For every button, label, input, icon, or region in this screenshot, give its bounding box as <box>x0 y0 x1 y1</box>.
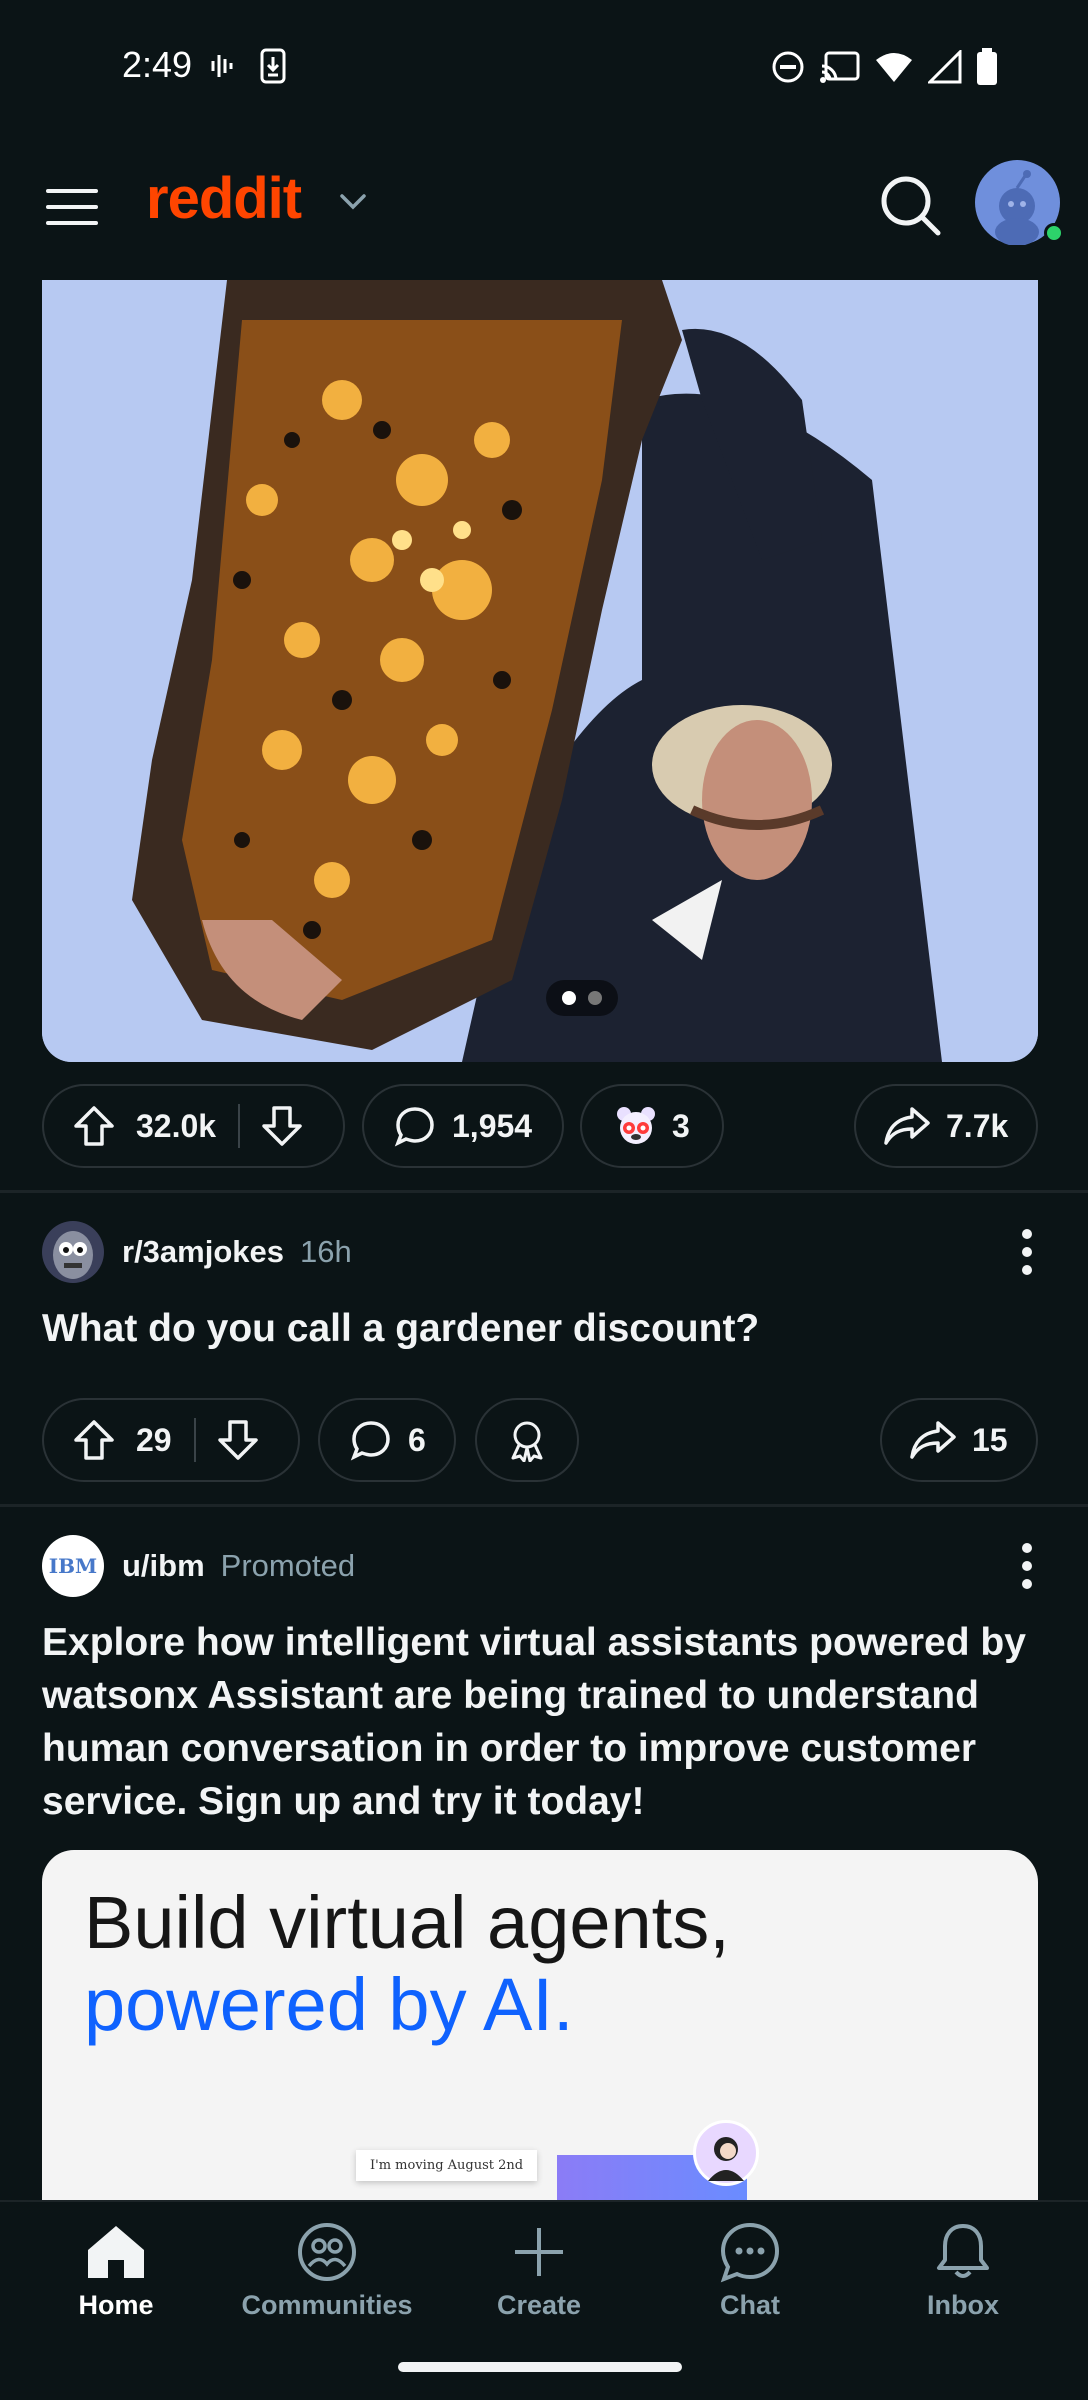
awards-button[interactable]: 3 <box>580 1084 724 1168</box>
ad-chat-bubble: I'm moving August 2nd <box>356 2150 538 2181</box>
post-actions: 29 6 15 <box>42 1398 1038 1482</box>
ad-headline: Build virtual agents, <box>84 1881 730 1964</box>
nav-label: Create <box>496 2290 582 2320</box>
comment-count: 6 <box>408 1421 426 1458</box>
subreddit-name[interactable]: r/3amjokes <box>122 1234 284 1270</box>
communities-icon <box>298 2223 356 2281</box>
post-age: 16h <box>300 1234 352 1269</box>
nav-label: Home <box>78 2290 154 2320</box>
more-options-icon[interactable] <box>1012 1540 1042 1592</box>
post-header: r/3amjokes 16h <box>42 1220 1042 1284</box>
nav-create[interactable]: Create <box>449 2220 629 2340</box>
comment-icon <box>394 1107 434 1147</box>
vote-bar: 32.0k <box>42 1084 345 1168</box>
share-icon <box>884 1107 930 1145</box>
promoted-label: Promoted <box>220 1548 356 1583</box>
vote-divider <box>238 1104 241 1148</box>
share-button[interactable]: 7.7k <box>854 1084 1038 1168</box>
share-icon <box>910 1421 956 1459</box>
comment-icon <box>350 1421 390 1461</box>
award-count: 3 <box>672 1107 690 1144</box>
signal-icon <box>928 50 962 84</box>
downvote-icon[interactable] <box>216 1418 260 1462</box>
wifi-icon <box>876 53 912 82</box>
download-icon <box>260 48 286 84</box>
ad-media[interactable]: Build virtual agents, powered by AI. I'm… <box>42 1850 1038 2200</box>
share-count: 15 <box>972 1421 1008 1458</box>
ad-headline-accent: powered by AI. <box>84 1963 574 2046</box>
status-time: 2:49 <box>122 44 193 85</box>
status-bar: 2:49 <box>0 0 1088 135</box>
cast-icon <box>820 51 860 83</box>
voicemail-icon <box>211 55 233 77</box>
nav-home[interactable]: Home <box>26 2220 206 2340</box>
share-button[interactable]: 15 <box>880 1398 1038 1482</box>
upvote-icon[interactable] <box>72 1104 116 1148</box>
carousel-dot <box>588 991 602 1005</box>
menu-button[interactable] <box>44 183 100 231</box>
nav-communities[interactable]: Communities <box>237 2220 417 2340</box>
subreddit-avatar[interactable] <box>42 1221 104 1283</box>
search-icon <box>881 176 941 236</box>
chat-icon <box>720 2222 780 2283</box>
hamburger-icon <box>46 189 98 225</box>
award-button[interactable] <box>475 1398 579 1482</box>
comments-button[interactable]: 6 <box>318 1398 456 1482</box>
online-status-dot <box>1044 223 1064 243</box>
carousel-indicator <box>546 980 618 1016</box>
post-title[interactable]: What do you call a gardener discount? <box>42 1302 1042 1355</box>
post-actions: 32.0k 1,954 3 7.7k <box>42 1084 1038 1168</box>
more-options-icon[interactable] <box>1012 1226 1042 1278</box>
subreddit-avatar-image <box>42 1221 104 1283</box>
award-bear-icon <box>617 1107 655 1144</box>
meteorite-photo <box>42 280 1038 1062</box>
nav-chat[interactable]: Chat <box>660 2220 840 2340</box>
bell-icon <box>937 2224 989 2278</box>
vote-bar: 29 <box>42 1398 300 1482</box>
app-header: reddit <box>0 135 1088 280</box>
feed-divider <box>0 1504 1088 1507</box>
person-avatar-icon <box>693 2120 759 2186</box>
author-name[interactable]: u/ibm <box>122 1548 205 1584</box>
comments-button[interactable]: 1,954 <box>362 1084 564 1168</box>
battery-icon <box>977 48 997 85</box>
post-image[interactable] <box>42 280 1038 1062</box>
ibm-avatar[interactable]: IBM <box>42 1535 104 1597</box>
plus-icon <box>515 2228 563 2276</box>
search-button[interactable] <box>876 171 946 241</box>
downvote-icon[interactable] <box>260 1104 304 1148</box>
chevron-down-icon[interactable] <box>338 189 368 213</box>
post-title[interactable]: Explore how intelligent virtual assistan… <box>42 1616 1042 1828</box>
user-avatar-button[interactable] <box>975 160 1064 246</box>
vote-divider <box>193 1418 196 1462</box>
comment-count: 1,954 <box>452 1107 533 1144</box>
feed-divider <box>0 1190 1088 1193</box>
nav-label: Chat <box>720 2290 780 2320</box>
nav-label: Communities <box>241 2290 413 2320</box>
home-icon <box>88 2226 144 2278</box>
reddit-logo[interactable]: reddit <box>146 165 302 232</box>
upvote-count: 29 <box>136 1421 172 1458</box>
upvote-count: 32.0k <box>136 1107 217 1144</box>
award-icon <box>511 1421 543 1462</box>
carousel-dot <box>562 991 576 1005</box>
upvote-icon[interactable] <box>72 1418 116 1462</box>
nav-label: Inbox <box>927 2290 999 2320</box>
share-count: 7.7k <box>946 1107 1009 1144</box>
dnd-icon <box>772 51 804 83</box>
gesture-home-indicator[interactable] <box>398 2362 682 2372</box>
post-header: IBM u/ibm Promoted <box>42 1534 1042 1598</box>
nav-inbox[interactable]: Inbox <box>873 2220 1053 2340</box>
